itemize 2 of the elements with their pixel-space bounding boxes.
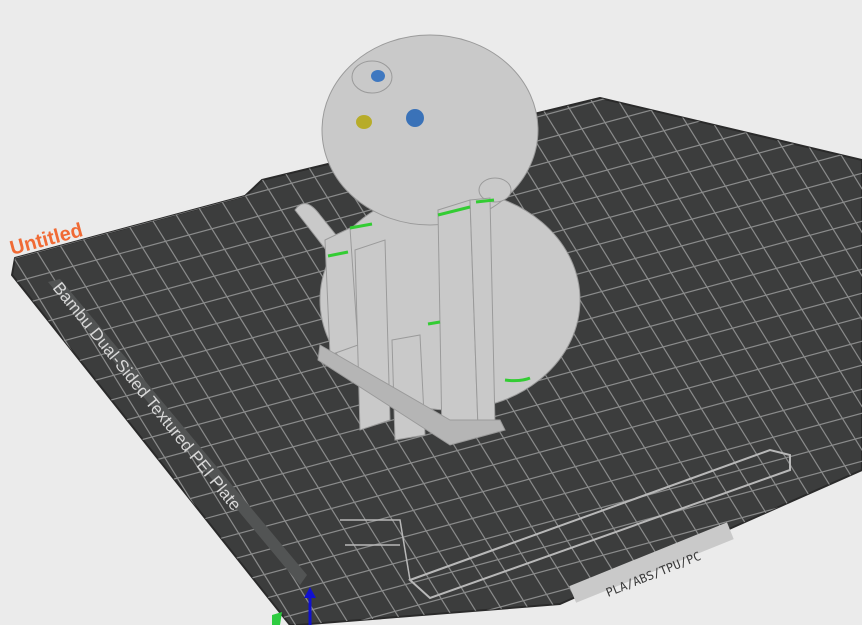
axis-gizmo-drawing [272, 587, 316, 625]
project-title: Untitled [8, 219, 86, 260]
